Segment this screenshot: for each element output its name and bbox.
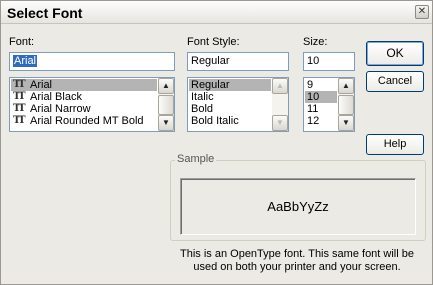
font-style-list-item[interactable]: Regular xyxy=(189,79,271,91)
select-font-dialog: Select Font ✕ Font: Arial TT Arial TT Ar… xyxy=(0,0,433,285)
font-info-line: used on both your printer and your scree… xyxy=(193,261,401,273)
font-input-value: Arial xyxy=(13,55,38,67)
font-list-item[interactable]: TT Arial Rounded MT Bold xyxy=(11,115,157,127)
help-button[interactable]: Help xyxy=(366,134,424,155)
truetype-font-icon: TT xyxy=(13,115,26,126)
close-icon[interactable]: ✕ xyxy=(415,5,429,19)
scroll-up-icon[interactable]: ▲ xyxy=(158,78,174,94)
scroll-up-icon[interactable]: ▲ xyxy=(338,78,354,94)
sample-legend: Sample xyxy=(175,153,217,165)
font-info-line: This is an OpenType font. This same font… xyxy=(180,248,414,260)
font-input[interactable]: Arial xyxy=(9,52,175,71)
cancel-button[interactable]: Cancel xyxy=(366,71,424,92)
size-list-item[interactable]: 12 xyxy=(305,115,337,127)
sample-text: AaBbYyZz xyxy=(267,199,329,214)
font-info-text: This is an OpenType font. This same font… xyxy=(161,248,433,274)
size-input[interactable]: 10 xyxy=(303,52,355,71)
font-style-list[interactable]: Regular Italic Bold Bold Italic ▲ ▼ xyxy=(187,77,289,132)
size-list-scrollbar[interactable]: ▲ ▼ xyxy=(338,78,354,131)
font-list-item-label: Arial Rounded MT Bold xyxy=(30,115,144,127)
size-list-item[interactable]: 10 xyxy=(305,91,337,103)
font-list-item-label: Arial Black xyxy=(30,91,82,103)
font-style-list-item[interactable]: Bold xyxy=(189,103,271,115)
font-list-item[interactable]: TT Arial xyxy=(11,79,157,91)
font-list-item[interactable]: TT Arial Black xyxy=(11,91,157,103)
size-label: Size: xyxy=(303,36,328,48)
dialog-title: Select Font xyxy=(7,5,83,21)
font-list-scrollbar[interactable]: ▲ ▼ xyxy=(158,78,174,131)
scroll-up-icon[interactable]: ▲ xyxy=(272,78,288,94)
size-list-item[interactable]: 11 xyxy=(305,103,337,115)
scroll-thumb[interactable] xyxy=(158,95,174,115)
scroll-thumb[interactable] xyxy=(338,95,354,115)
ok-button[interactable]: OK xyxy=(366,41,424,66)
font-list[interactable]: TT Arial TT Arial Black TT Arial Narrow … xyxy=(9,77,175,132)
font-style-list-item[interactable]: Italic xyxy=(189,91,271,103)
truetype-font-icon: TT xyxy=(13,103,26,114)
scroll-down-icon[interactable]: ▼ xyxy=(158,115,174,131)
font-style-input[interactable]: Regular xyxy=(187,52,289,71)
font-list-item-label: Arial xyxy=(30,79,53,91)
sample-preview: AaBbYyZz xyxy=(180,178,416,235)
font-style-list-item[interactable]: Bold Italic xyxy=(189,115,271,127)
font-style-label: Font Style: xyxy=(187,36,240,48)
font-label: Font: xyxy=(9,36,35,48)
scroll-down-icon[interactable]: ▼ xyxy=(272,115,288,131)
scroll-down-icon[interactable]: ▼ xyxy=(338,115,354,131)
truetype-font-icon: TT xyxy=(13,91,26,102)
title-bar[interactable]: Select Font ✕ xyxy=(1,1,432,24)
size-list-item[interactable]: 9 xyxy=(305,79,337,91)
font-list-item[interactable]: TT Arial Narrow xyxy=(11,103,157,115)
truetype-font-icon: TT xyxy=(13,79,26,90)
font-list-item-label: Arial Narrow xyxy=(30,103,91,115)
size-list[interactable]: 9 10 11 12 ▲ ▼ xyxy=(303,77,355,132)
font-style-list-scrollbar[interactable]: ▲ ▼ xyxy=(272,78,288,131)
